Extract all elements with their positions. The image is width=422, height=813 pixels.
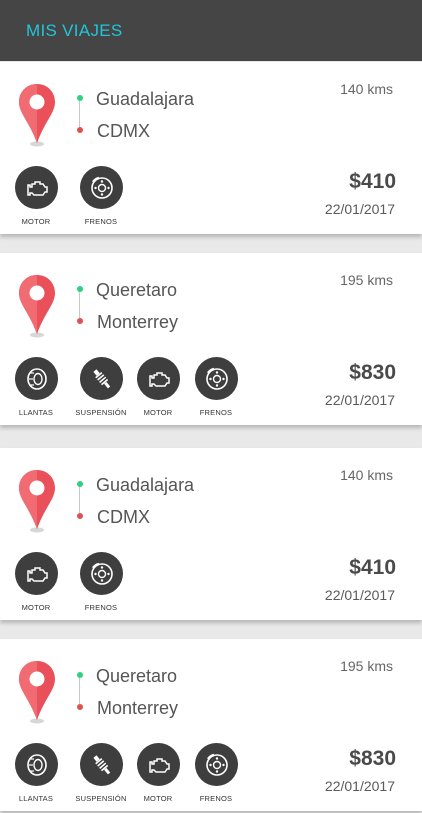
service-parts: MOTOR FRENOS [0,166,260,236]
engine-icon[interactable] [15,552,58,595]
origin-dot [77,481,83,487]
origin-dot [77,672,83,678]
engine-icon[interactable] [137,743,180,786]
trip-distance: 140 kms [340,467,393,483]
tire-icon[interactable] [15,357,58,400]
service-parts: MOTOR FRENOS [0,552,260,622]
part-label: LLANTAS [18,794,54,803]
trip-card[interactable]: Guadalajara CDMX 140 kms $410 22/01/2017 MOTO… [0,448,422,620]
origin-dot [77,95,83,101]
part-label: MOTOR [21,217,51,226]
trip-distance: 140 kms [340,81,393,97]
tire-icon[interactable] [15,743,58,786]
engine-icon[interactable] [137,357,180,400]
trip-card[interactable]: Queretaro Monterrey 195 kms $830 22/01/2017 L… [0,253,422,425]
trip-destination: CDMX [97,507,150,527]
part-label: FRENOS [84,603,118,612]
brake-disc-icon[interactable] [80,166,123,209]
trip-price: $410 [349,556,396,579]
app-bar: MIS VIAJES [0,0,422,61]
suspension-icon[interactable] [80,357,123,400]
trip-card[interactable]: Guadalajara CDMX 140 kms $410 22/01/2017 MOTO… [0,62,422,234]
trip-price: $830 [349,361,396,384]
part-label: LLANTAS [18,408,54,417]
trip-date: 22/01/2017 [324,201,395,217]
brake-disc-icon[interactable] [195,743,238,786]
trip-destination: CDMX [97,121,150,141]
trip-origin: Queretaro [96,666,178,686]
trip-destination: Monterrey [97,312,179,332]
part-label: FRENOS [199,794,233,803]
route-line [79,487,80,513]
trip-price: $410 [349,170,396,193]
trip-origin: Queretaro [96,280,178,300]
trip-date: 22/01/2017 [324,392,395,408]
map-pin-icon [17,659,57,725]
trip-origin: Guadalajara [96,475,195,495]
service-parts: LLANTAS SUSPENSIÓN MOTOR FRENOS [0,743,260,813]
trip-distance: 195 kms [340,272,393,288]
route-line [79,678,80,704]
trip-card[interactable]: Queretaro Monterrey 195 kms $830 22/01/2017 L… [0,639,422,811]
route-line [79,101,80,127]
trip-date: 22/01/2017 [324,778,395,794]
trip-destination: Monterrey [97,698,179,718]
destination-dot [77,704,83,710]
map-pin-icon [17,468,57,534]
map-pin-icon [17,82,57,148]
trip-price: $830 [349,747,396,770]
destination-dot [77,318,83,324]
origin-dot [77,286,83,292]
brake-disc-icon[interactable] [80,552,123,595]
service-parts: LLANTAS SUSPENSIÓN MOTOR FRENOS [0,357,260,427]
trip-origin: Guadalajara [96,89,195,109]
engine-icon[interactable] [15,166,58,209]
destination-dot [77,513,83,519]
trip-distance: 195 kms [340,658,393,674]
page-title: MIS VIAJES [26,21,123,40]
part-label: MOTOR [21,603,51,612]
part-label: FRENOS [199,408,233,417]
route-line [79,292,80,318]
part-label: FRENOS [84,217,118,226]
brake-disc-icon[interactable] [195,357,238,400]
destination-dot [77,127,83,133]
trip-date: 22/01/2017 [324,587,395,603]
suspension-icon[interactable] [80,743,123,786]
map-pin-icon [17,273,57,339]
